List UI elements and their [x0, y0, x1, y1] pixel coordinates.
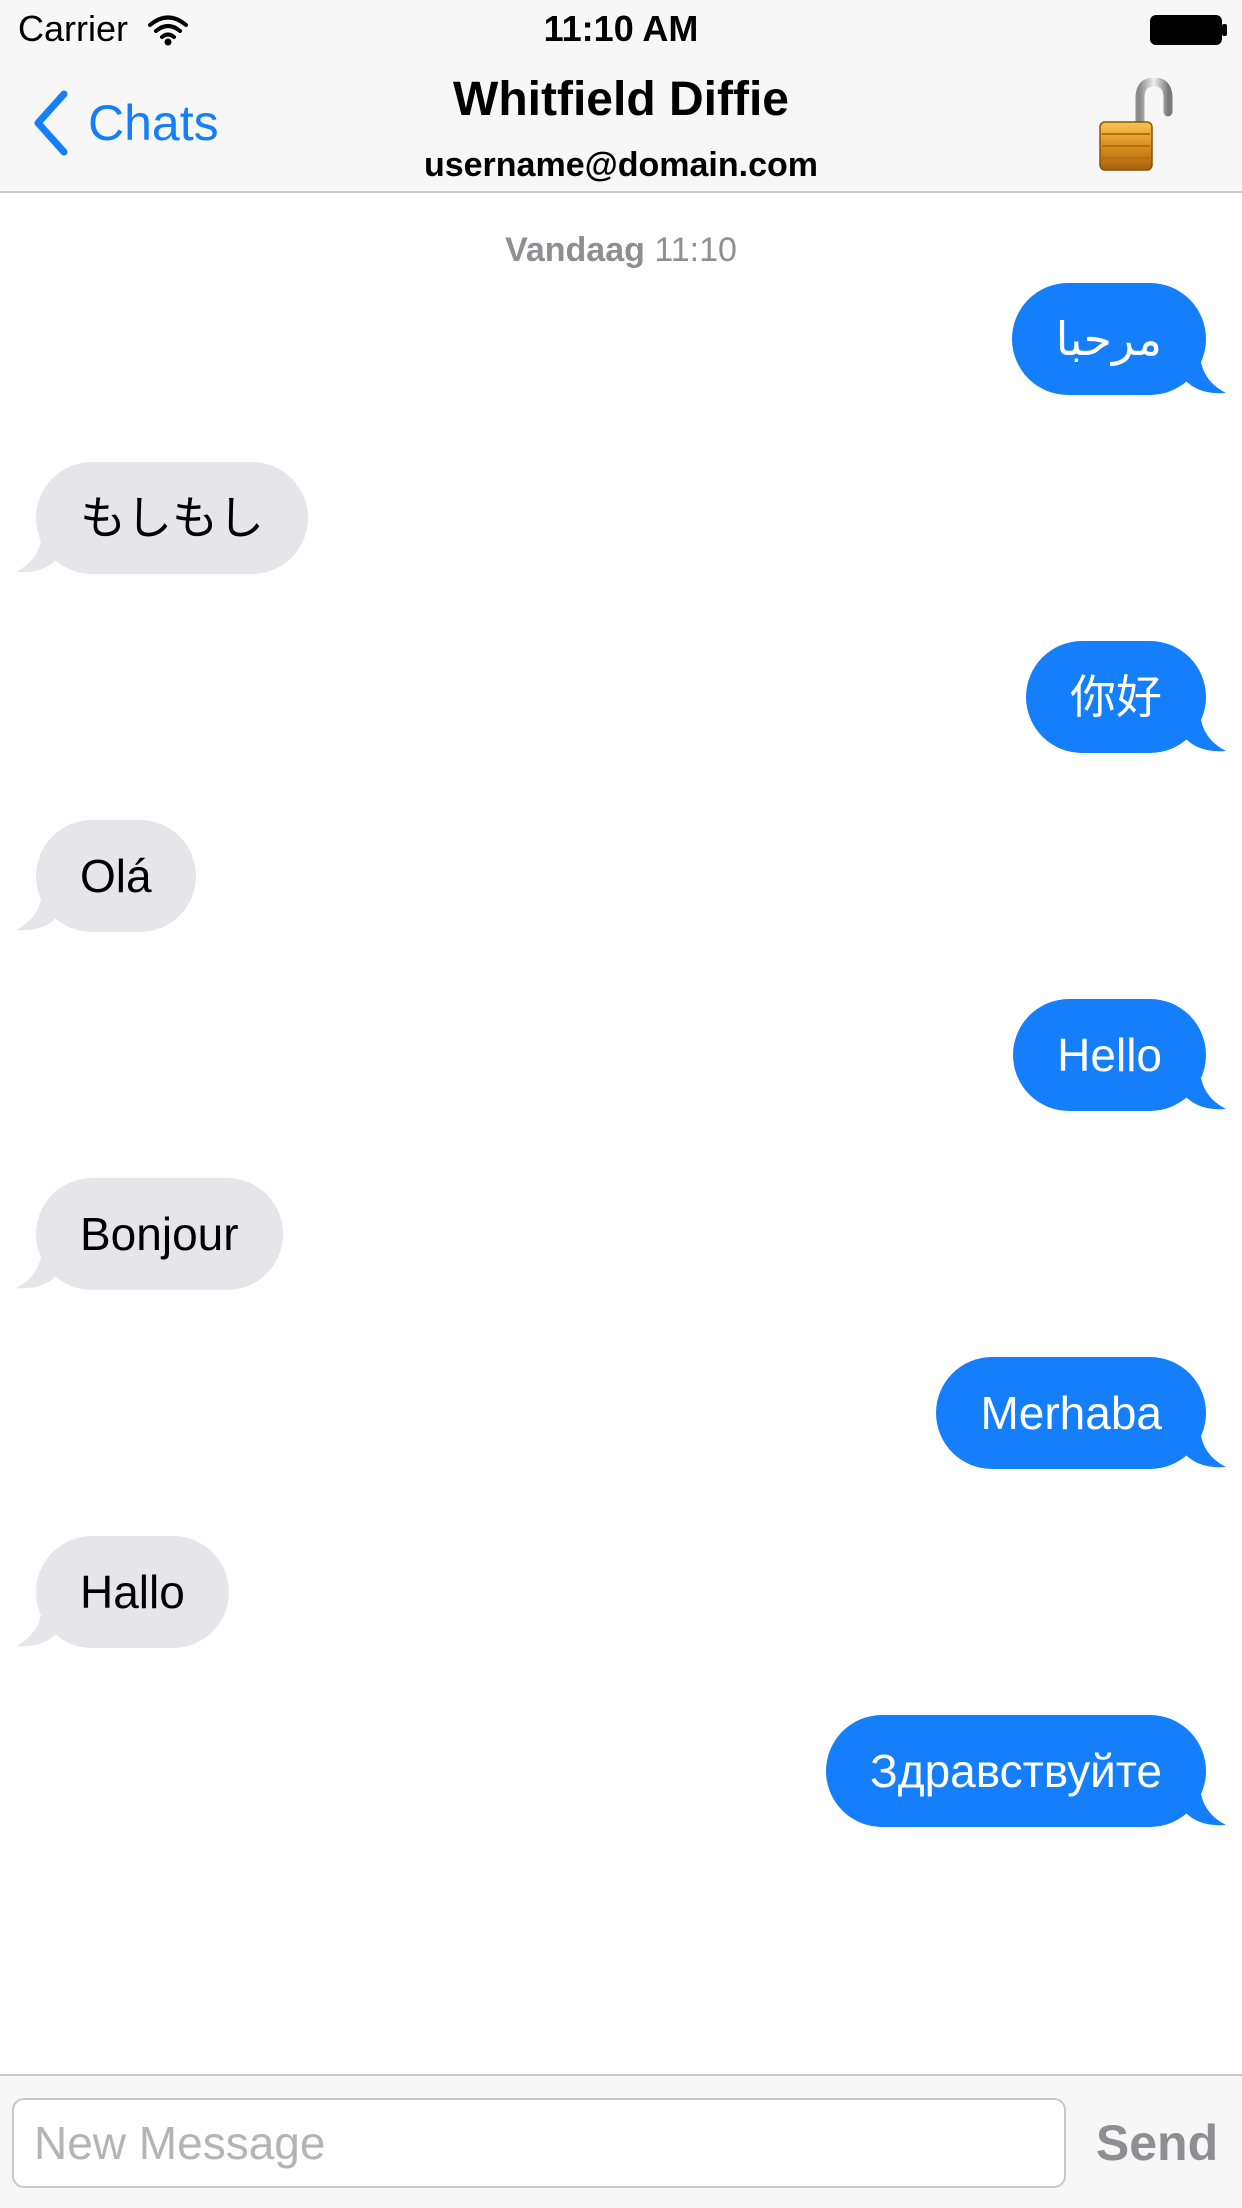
date-header: Vandaag 11:10: [0, 231, 1242, 270]
outgoing-message-bubble[interactable]: Hello: [1013, 999, 1226, 1111]
outgoing-message-bubble[interactable]: Merhaba: [936, 1357, 1226, 1469]
chat-screen: Carrier 11:10 AM Chats Whitfield Diffie …: [0, 0, 1242, 2208]
incoming-message-bubble[interactable]: Olá: [16, 820, 196, 932]
navigation-bar: Chats Whitfield Diffie username@domain.c…: [0, 60, 1242, 193]
message-text: Olá: [80, 850, 152, 902]
incoming-message-bubble[interactable]: Hallo: [16, 1536, 229, 1648]
message-text: Здравствуйте: [869, 1745, 1162, 1797]
incoming-message-bubble[interactable]: もしもし: [16, 462, 308, 574]
bubble-tail: [16, 892, 56, 931]
battery-icon: [1150, 15, 1227, 45]
status-time: 11:10 AM: [543, 8, 699, 49]
status-bar: Carrier 11:10 AM: [0, 0, 1242, 60]
outgoing-message-bubble[interactable]: 你好: [1026, 641, 1226, 753]
message-text: Bonjour: [80, 1208, 239, 1260]
bubble-tail: [16, 1250, 56, 1289]
message-text: Hello: [1057, 1029, 1162, 1081]
message-text: 你好: [1070, 671, 1162, 723]
message-text: Merhaba: [980, 1387, 1162, 1439]
outgoing-message-bubble[interactable]: Здравствуйте: [825, 1715, 1226, 1827]
bubble-tail: [1186, 1071, 1226, 1110]
date-time: 11:10: [654, 231, 737, 269]
bubble-tail: [16, 1608, 56, 1647]
message-input[interactable]: [12, 2098, 1066, 2188]
message-composer: Send: [0, 2074, 1242, 2208]
unlocked-padlock-icon[interactable]: [1096, 78, 1178, 174]
contact-username: username@domain.com: [423, 146, 819, 184]
bubble-tail: [1186, 355, 1226, 394]
message-text: مرحبا: [1055, 313, 1162, 365]
bubble-tail: [1186, 1787, 1226, 1826]
incoming-message-bubble[interactable]: Bonjour: [16, 1178, 283, 1290]
date-day: Vandaag: [505, 231, 645, 269]
bubble-tail: [1186, 713, 1226, 752]
send-button[interactable]: Send: [1082, 2098, 1232, 2188]
outgoing-message-bubble[interactable]: مرحبا: [1011, 283, 1226, 395]
bubble-tail: [16, 534, 56, 573]
message-text: Hallo: [80, 1566, 185, 1618]
contact-name: Whitfield Diffie: [453, 73, 789, 126]
message-list[interactable]: Vandaag 11:10 مرحبا もしもし你好 Olá Hello Bonjour…: [0, 193, 1242, 2073]
bubble-tail: [1186, 1429, 1226, 1468]
message-text: もしもし: [80, 492, 264, 544]
